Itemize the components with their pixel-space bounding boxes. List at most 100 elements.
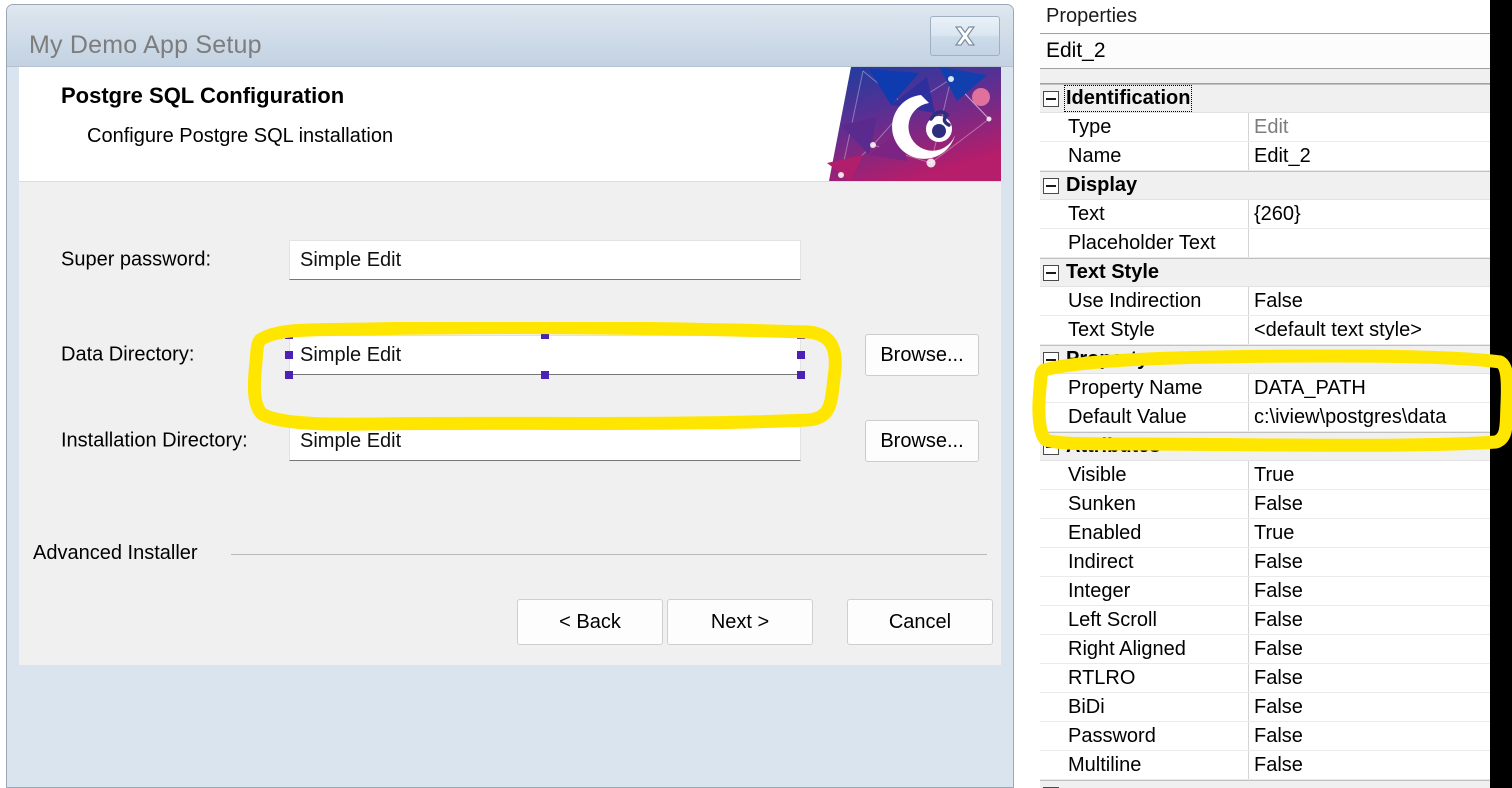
property-value-cell[interactable]: False	[1254, 493, 1303, 516]
selection-handle-w[interactable]	[285, 351, 293, 359]
property-name-cell: Visible	[1068, 463, 1127, 486]
property-row[interactable]: Right Aligned False	[1040, 635, 1512, 664]
property-row[interactable]: Multiline False	[1040, 751, 1512, 780]
property-name-cell: Password	[1068, 724, 1156, 747]
property-row[interactable]: RTLRO False	[1040, 664, 1512, 693]
selection-handle-n[interactable]	[541, 331, 549, 339]
next-button[interactable]: Next >	[667, 599, 813, 645]
property-value-cell[interactable]: False	[1254, 667, 1303, 690]
property-value-cell[interactable]: False	[1254, 290, 1303, 313]
data-directory-input[interactable]: Simple Edit	[289, 335, 801, 375]
screen: My Demo App Setup Postgre SQL Configurat…	[0, 0, 1512, 788]
property-row[interactable]: Text {260}	[1040, 200, 1512, 229]
collapse-minus-icon[interactable]	[1043, 264, 1059, 281]
property-row[interactable]: Text Style <default text style>	[1040, 316, 1512, 345]
property-category-row[interactable]: Attributes	[1040, 432, 1512, 461]
selection-handle-e[interactable]	[797, 351, 805, 359]
form-row-installation-directory: Installation Directory: Simple Edit Brow…	[19, 419, 1001, 463]
property-row[interactable]: Enabled True	[1040, 519, 1512, 548]
property-value-cell[interactable]: Edit	[1254, 116, 1288, 139]
property-category-label: Property	[1066, 348, 1149, 370]
footer-brand-label: Advanced Installer	[33, 542, 208, 565]
window-titlebar[interactable]: My Demo App Setup	[7, 5, 1013, 67]
collapse-minus-icon[interactable]	[1043, 90, 1059, 107]
property-column-divider	[1248, 693, 1249, 721]
property-row[interactable]: Default Value c:\iview\postgres\data	[1040, 403, 1512, 432]
property-column-divider	[1248, 519, 1249, 547]
property-row[interactable]: Property Name DATA_PATH	[1040, 374, 1512, 403]
collapse-minus-icon[interactable]	[1043, 438, 1059, 455]
data-directory-browse-button[interactable]: Browse...	[865, 334, 979, 376]
property-value-cell[interactable]: True	[1254, 522, 1294, 545]
property-category-row[interactable]	[1040, 780, 1512, 788]
property-category-row[interactable]: Property	[1040, 345, 1512, 374]
property-name-cell: Multiline	[1068, 753, 1142, 776]
property-column-divider	[1248, 751, 1249, 779]
properties-panel-title: Properties	[1040, 0, 1512, 34]
selection-handle-nw[interactable]	[285, 331, 293, 339]
property-column-divider	[1248, 664, 1249, 692]
property-row[interactable]: Password False	[1040, 722, 1512, 751]
property-value-cell[interactable]: False	[1254, 754, 1303, 777]
installation-directory-input[interactable]: Simple Edit	[289, 421, 801, 461]
property-row[interactable]: Sunken False	[1040, 490, 1512, 519]
banner-heading: Postgre SQL Configuration	[61, 83, 345, 108]
close-button[interactable]	[930, 16, 1000, 56]
property-value-cell[interactable]: False	[1254, 725, 1303, 748]
property-row[interactable]: Placeholder Text	[1040, 229, 1512, 258]
window-chrome-left	[7, 67, 19, 787]
window-title: My Demo App Setup	[29, 31, 262, 59]
property-category-row[interactable]: Display	[1040, 171, 1512, 200]
property-row[interactable]: Use Indirection False	[1040, 287, 1512, 316]
back-button[interactable]: < Back	[517, 599, 663, 645]
property-category-row[interactable]: Text Style	[1040, 258, 1512, 287]
wizard-page-body: Super password: Simple Edit Data Directo…	[19, 181, 1001, 665]
property-column-divider	[1248, 577, 1249, 605]
label-super-password: Super password:	[61, 248, 212, 271]
property-value-cell[interactable]: True	[1254, 464, 1294, 487]
property-value-cell[interactable]: False	[1254, 551, 1303, 574]
property-value-cell[interactable]: <default text style>	[1254, 319, 1422, 342]
property-value-cell[interactable]: False	[1254, 609, 1303, 632]
property-value-cell[interactable]: c:\iview\postgres\data	[1254, 406, 1446, 429]
panel-occluder	[1490, 0, 1512, 788]
collapse-minus-icon[interactable]	[1043, 177, 1059, 194]
property-name-cell: Type	[1068, 115, 1112, 138]
collapse-minus-icon[interactable]	[1043, 351, 1059, 368]
property-value-cell[interactable]: {260}	[1254, 203, 1301, 226]
properties-toolbar[interactable]	[1040, 69, 1512, 84]
property-row[interactable]: Name Edit_2	[1040, 142, 1512, 171]
property-column-divider	[1248, 606, 1249, 634]
property-column-divider	[1248, 287, 1249, 315]
property-column-divider	[1248, 635, 1249, 663]
property-value-cell[interactable]: False	[1254, 580, 1303, 603]
property-column-divider	[1248, 142, 1249, 170]
selection-handle-se[interactable]	[797, 371, 805, 379]
property-row[interactable]: Visible True	[1040, 461, 1512, 490]
property-value-cell[interactable]: False	[1254, 696, 1303, 719]
properties-grid: Identification Type Edit Name Edit_2 Display T…	[1040, 84, 1512, 788]
property-row[interactable]: Left Scroll False	[1040, 606, 1512, 635]
property-name-cell: BiDi	[1068, 695, 1105, 718]
property-row[interactable]: Type Edit	[1040, 113, 1512, 142]
super-password-input[interactable]: Simple Edit	[289, 240, 801, 280]
selection-handle-ne[interactable]	[797, 331, 805, 339]
property-value-cell[interactable]: DATA_PATH	[1254, 377, 1366, 400]
property-value-cell[interactable]: False	[1254, 638, 1303, 661]
cancel-button[interactable]: Cancel	[847, 599, 993, 645]
property-row[interactable]: BiDi False	[1040, 693, 1512, 722]
property-value-cell[interactable]: Edit_2	[1254, 145, 1311, 168]
property-name-cell: Indirect	[1068, 550, 1134, 573]
property-row[interactable]: Integer False	[1040, 577, 1512, 606]
property-category-row[interactable]: Identification	[1040, 84, 1512, 113]
selection-handle-sw[interactable]	[285, 371, 293, 379]
property-column-divider	[1248, 200, 1249, 228]
properties-object-selector[interactable]: Edit_2	[1040, 34, 1512, 69]
window-chrome-right	[1001, 67, 1013, 787]
installation-directory-browse-button[interactable]: Browse...	[865, 420, 979, 462]
property-column-divider	[1248, 316, 1249, 344]
selection-handle-s[interactable]	[541, 371, 549, 379]
footer-divider	[231, 554, 987, 555]
property-row[interactable]: Indirect False	[1040, 548, 1512, 577]
property-column-divider	[1248, 548, 1249, 576]
